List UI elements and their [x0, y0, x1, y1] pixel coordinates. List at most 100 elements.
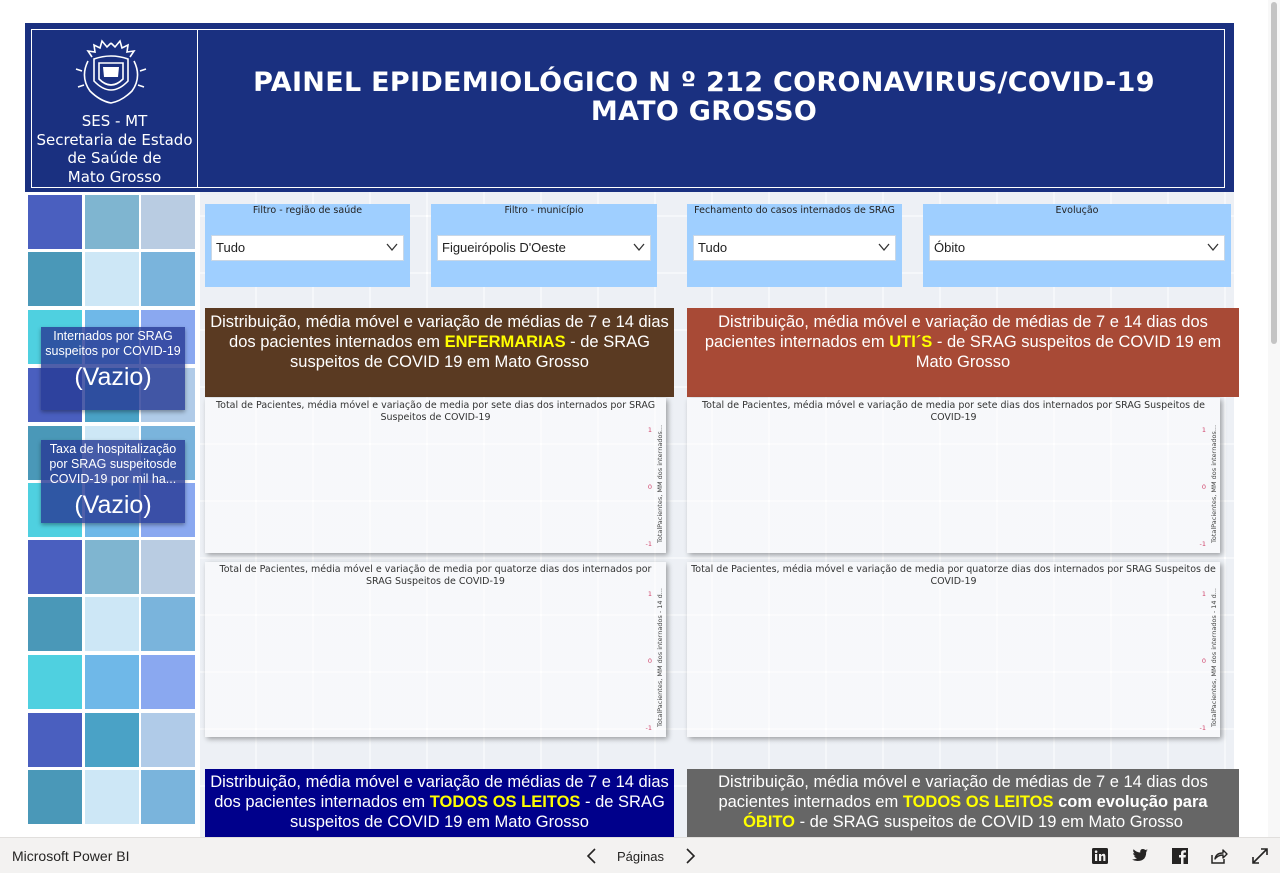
twitter-share-icon[interactable] — [1130, 846, 1150, 866]
y-tick-label: 1 — [1201, 590, 1206, 598]
y-tick-label: 0 — [647, 657, 652, 665]
mosaic-tile — [141, 252, 195, 306]
heading-highlight: TODOS OS LEITOS — [902, 793, 1054, 811]
section-heading-utis: Distribuição, média móvel e variação de … — [687, 308, 1239, 397]
y-axis-label: TotalPacientes, MM dos internados - 14 d… — [1210, 588, 1218, 727]
chevron-down-icon — [633, 243, 645, 252]
mosaic-tile — [85, 597, 139, 651]
chart-title: Total de Pacientes, média móvel e variaç… — [691, 564, 1216, 587]
mosaic-tile — [28, 252, 82, 306]
filter-label: Filtro - município — [504, 205, 584, 216]
chart-plot-area — [209, 587, 654, 729]
chevron-down-icon — [1207, 243, 1219, 252]
powerbi-brand-link[interactable]: Microsoft Power BI — [12, 848, 129, 864]
chevron-down-icon — [878, 243, 890, 252]
org-line: SES - MT — [81, 112, 148, 130]
kpi-value: (Vazio) — [74, 491, 152, 519]
heading-highlight: ENFERMARIAS — [444, 333, 566, 351]
share-icon[interactable] — [1209, 846, 1229, 866]
y-tick-label: -1 — [645, 724, 652, 732]
heading-highlight: UTI´S — [889, 333, 933, 351]
filter-label: Fechamento do casos internados de SRAG — [694, 205, 895, 216]
evolucao-dropdown[interactable]: Óbito — [929, 235, 1225, 261]
org-line: Secretaria de Estado — [36, 130, 193, 149]
y-axis-label: TotalPacientes, MM dos internados - 14 d… — [656, 588, 664, 727]
state-crest-icon — [75, 39, 147, 104]
regiao-saude-dropdown[interactable]: Tudo — [211, 235, 404, 261]
chart-plot-area — [691, 423, 1208, 545]
next-page-icon[interactable] — [680, 846, 700, 866]
previous-page-icon[interactable] — [582, 846, 602, 866]
chart-plot-area — [209, 423, 654, 545]
organization-name: SES - MT Secretaria de Estado de Saúde d… — [31, 112, 198, 186]
mosaic-tile — [141, 195, 195, 249]
mosaic-tile — [85, 713, 139, 767]
kpi-value: (Vazio) — [74, 363, 152, 391]
chart-enfermarias-14-dias[interactable]: Total de Pacientes, média móvel e variaç… — [205, 562, 666, 737]
mosaic-tile — [28, 597, 82, 651]
page-title: PAINEL EPIDEMIOLÓGICO N º 212 CORONAVIRU… — [253, 67, 1155, 127]
org-line: de Saúde de — [67, 149, 162, 167]
heading-highlight: TODOS OS LEITOS — [429, 793, 581, 811]
filter-label: Evolução — [1055, 205, 1099, 216]
section-heading-todos-leitos: Distribuição, média móvel e variação de … — [205, 769, 674, 843]
y-tick-label: 0 — [647, 483, 652, 491]
heading-text: - de SRAG suspeitos de COVID 19 em Mato … — [915, 333, 1222, 371]
mosaic-tile — [141, 770, 195, 824]
chart-title: Total de Pacientes, média móvel e variaç… — [215, 400, 656, 423]
mosaic-tile — [85, 540, 139, 594]
mosaic-tile — [28, 540, 82, 594]
mosaic-tile — [141, 540, 195, 594]
heading-text: com evolução para — [1053, 793, 1208, 811]
kpi-card-internados[interactable]: Internados por SRAG suspeitos por COVID-… — [41, 327, 185, 410]
filter-label: Filtro - região de saúde — [252, 205, 363, 216]
mosaic-tile — [28, 195, 82, 249]
mosaic-tile — [28, 655, 82, 709]
dropdown-value: Óbito — [934, 240, 966, 255]
linkedin-share-icon[interactable] — [1090, 846, 1110, 866]
y-axis-label: TotalPacientes, MM dos internados... — [1210, 424, 1218, 543]
chart-enfermarias-7-dias[interactable]: Total de Pacientes, média móvel e variaç… — [205, 398, 666, 553]
chart-plot-area — [691, 587, 1208, 729]
municipio-dropdown[interactable]: Figueirópolis D'Oeste — [437, 235, 651, 261]
mosaic-tile — [28, 713, 82, 767]
chart-utis-7-dias[interactable]: Total de Pacientes, média móvel e variaç… — [687, 398, 1220, 553]
y-tick-label: -1 — [1199, 724, 1206, 732]
chart-utis-14-dias[interactable]: Total de Pacientes, média móvel e variaç… — [687, 562, 1220, 737]
y-tick-label: 1 — [1201, 426, 1206, 434]
mosaic-tile — [85, 252, 139, 306]
section-heading-enfermarias: Distribuição, média móvel e variação de … — [205, 308, 674, 397]
dropdown-value: Tudo — [216, 240, 246, 255]
org-line: Mato Grosso — [67, 167, 162, 186]
fechamento-dropdown[interactable]: Tudo — [693, 235, 896, 261]
fullscreen-icon[interactable] — [1250, 846, 1270, 866]
kpi-label: Internados por SRAG suspeitos por COVID-… — [45, 329, 181, 358]
section-heading-obito: Distribuição, média móvel e variação de … — [687, 769, 1239, 843]
heading-highlight: ÓBITO — [743, 813, 796, 831]
dropdown-value: Figueirópolis D'Oeste — [442, 240, 566, 255]
y-tick-label: 0 — [1201, 483, 1206, 491]
chevron-down-icon — [386, 243, 398, 252]
y-tick-label: 0 — [1201, 657, 1206, 665]
y-tick-label: 1 — [647, 426, 652, 434]
filter-fechamento: Fechamento do casos internados de SRAG T… — [687, 204, 902, 287]
mosaic-tile — [28, 770, 82, 824]
kpi-label: Taxa de hospitalização por SRAG suspeito… — [49, 442, 177, 486]
mosaic-tile — [85, 655, 139, 709]
kpi-card-taxa-hospitalizacao[interactable]: Taxa de hospitalização por SRAG suspeito… — [41, 440, 185, 523]
chart-title: Total de Pacientes, média móvel e variaç… — [219, 564, 652, 587]
mosaic-tile — [141, 655, 195, 709]
mosaic-tile — [141, 713, 195, 767]
y-axis-label: TotalPacientes, MM dos internados... — [656, 424, 664, 543]
y-tick-label: -1 — [645, 540, 652, 548]
mosaic-tile — [141, 597, 195, 651]
filter-evolucao: Evolução Óbito — [923, 204, 1231, 287]
y-tick-label: 1 — [647, 590, 652, 598]
filter-regiao-saude: Filtro - região de saúde Tudo — [205, 204, 410, 287]
scrollbar-thumb[interactable] — [1271, 2, 1277, 344]
heading-text: - de SRAG suspeitos de COVID 19 em Mato … — [795, 813, 1183, 831]
pages-menu-button[interactable]: Páginas — [617, 849, 664, 864]
mosaic-tile — [85, 770, 139, 824]
facebook-share-icon[interactable] — [1170, 846, 1190, 866]
mosaic-tile — [85, 195, 139, 249]
